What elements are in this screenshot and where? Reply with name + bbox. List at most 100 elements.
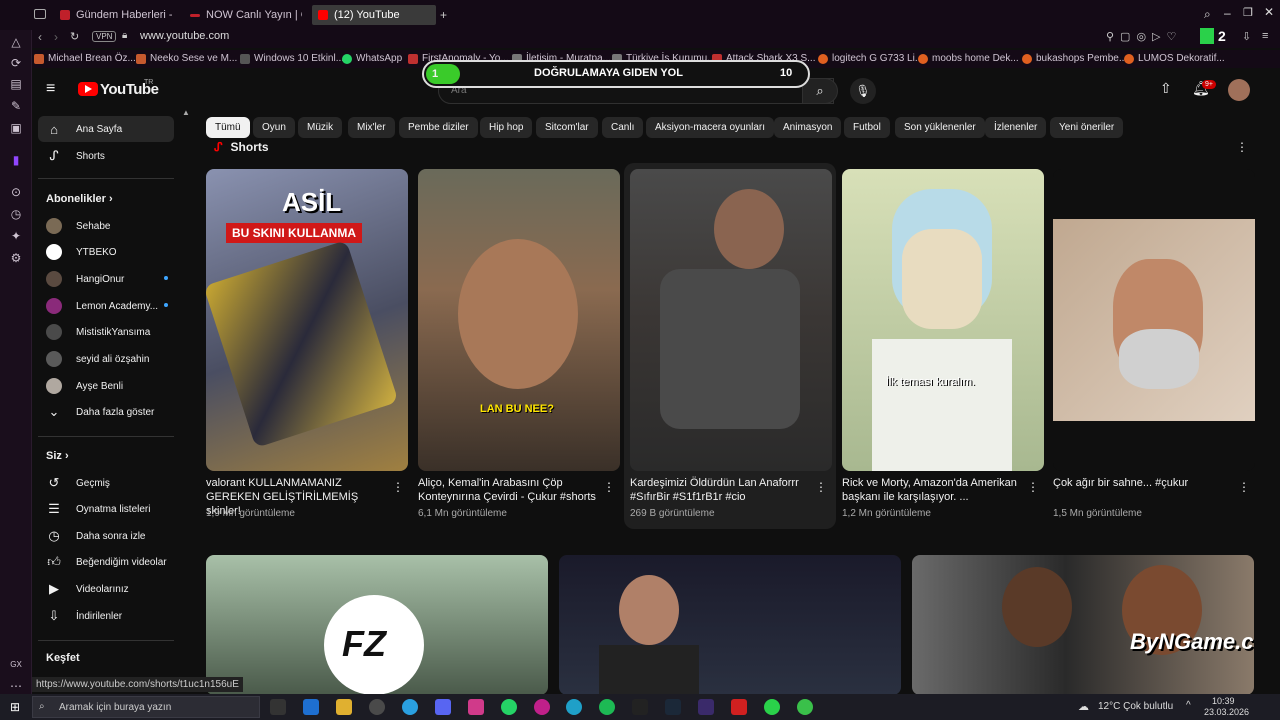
sidebar-item-subscription[interactable]: seyid ali özşahin <box>38 346 174 372</box>
bookmark-item[interactable]: Windows 10 Etkinl... <box>240 53 344 64</box>
chip[interactable]: Aksiyon-macera oyunları <box>646 117 775 138</box>
edge-icon[interactable] <box>566 699 582 715</box>
whatsapp-icon[interactable] <box>501 699 517 715</box>
hamburger-menu-icon[interactable]: ≡ <box>46 80 55 98</box>
warning-icon[interactable]: △ <box>8 34 24 50</box>
short-thumbnail[interactable] <box>1053 169 1255 471</box>
workspace-icon[interactable] <box>34 9 46 19</box>
gx-control-icon[interactable]: ⟳ <box>8 55 24 71</box>
gx-corner-icon[interactable]: ▤ <box>8 76 24 92</box>
search-tabs-icon[interactable]: ⌕ <box>1204 7 1211 22</box>
maximize-icon[interactable]: ❐ <box>1243 6 1253 19</box>
steam-icon[interactable] <box>665 699 681 715</box>
sidebar-item-your-videos[interactable]: ▶ Videolarınız <box>38 576 174 602</box>
short-title[interactable]: Rick ve Morty, Amazon'da Amerikan başkan… <box>842 476 1022 504</box>
chip[interactable]: İzlenenler <box>985 117 1047 138</box>
sidebar-item-watch-later[interactable]: ◷ Daha sonra izle <box>38 523 174 549</box>
more-options-icon[interactable]: ⋮ <box>392 480 404 494</box>
tab-youtube[interactable]: (12) YouTube <box>312 5 436 25</box>
subscriptions-heading[interactable]: Abonelikler › <box>46 193 113 205</box>
app-icon[interactable] <box>764 699 780 715</box>
history-rail-icon[interactable]: ◷ <box>8 206 24 222</box>
tab-gundem[interactable]: Gündem Haberleri - En Gü <box>54 5 172 25</box>
sidebar-item-subscription[interactable]: Ayşe Benli <box>38 373 174 399</box>
chip[interactable]: Müzik <box>298 117 343 138</box>
chip[interactable]: Son yüklenenler <box>895 117 985 138</box>
bookmark-item[interactable]: bukashops Pembe... <box>1022 53 1127 64</box>
task-view-icon[interactable] <box>270 699 286 715</box>
short-title[interactable]: Aliço, Kemal'in Arabasını Çöp Konteynırı… <box>418 476 598 504</box>
download-toolbar-icon[interactable]: ⇩ <box>1242 30 1251 43</box>
short-thumbnail[interactable]: İlk teması kuralım. <box>842 169 1044 471</box>
short-title[interactable]: Kardeşimizi Öldürdün Lan Anaforrr #Sıfır… <box>630 476 810 504</box>
bookmark-item[interactable]: moobs home Dek... <box>918 53 1019 64</box>
more-options-icon[interactable]: ⋮ <box>1027 480 1039 494</box>
chip[interactable]: Animasyon <box>774 117 842 138</box>
account-avatar[interactable] <box>1228 79 1250 101</box>
close-icon[interactable]: ✕ <box>1264 5 1274 19</box>
sidebar-item-shorts[interactable]: ᔑ Shorts <box>38 143 174 169</box>
more-icon[interactable]: ⋯ <box>8 678 24 694</box>
chip[interactable]: Tümü <box>206 117 250 138</box>
back-icon[interactable]: ‹ <box>38 30 42 44</box>
short-thumbnail[interactable]: LAN BU NEE? <box>418 169 620 471</box>
sidebar-item-liked[interactable]: 👍︎ Beğendiğim videolar <box>38 549 174 575</box>
you-heading[interactable]: Siz › <box>46 450 69 462</box>
chip[interactable]: Pembe diziler <box>399 117 478 138</box>
chip[interactable]: Oyun <box>253 117 295 138</box>
forward-icon[interactable]: › <box>54 30 58 44</box>
chip[interactable]: Canlı <box>602 117 644 138</box>
upload-icon[interactable]: ⇧ <box>1160 80 1172 97</box>
show-more-button[interactable]: ⌄ Daha fazla göster <box>38 399 174 425</box>
chip[interactable]: Hip hop <box>480 117 533 138</box>
video-thumbnail[interactable]: ByNGame.com <box>912 555 1254 695</box>
twitch-icon[interactable]: ▮ <box>8 152 24 168</box>
sidebar-item-subscription[interactable]: Lemon Academy... <box>38 293 174 319</box>
clock-date[interactable]: 23.03.2026 <box>1204 707 1249 717</box>
kick-extension-icon[interactable] <box>1200 28 1214 44</box>
new-tab-plus-icon[interactable]: + <box>440 8 447 22</box>
windows-start-icon[interactable]: ⊞ <box>10 700 20 714</box>
bookmark-item[interactable]: WhatsApp <box>342 53 402 64</box>
sidebar-item-playlists[interactable]: ☰ Oynatma listeleri <box>38 496 174 522</box>
chip[interactable]: Futbol <box>844 117 890 138</box>
extensions-icon[interactable]: ✦ <box>8 228 24 244</box>
more-options-icon[interactable]: ⋮ <box>1238 480 1250 494</box>
bookmark-item[interactable]: logitech G G733 Li... <box>818 53 923 64</box>
epic-games-icon[interactable] <box>632 699 648 715</box>
sidebar-scroll-up-icon[interactable]: ▲ <box>182 108 190 117</box>
minimize-icon[interactable]: – <box>1224 6 1231 20</box>
short-thumbnail[interactable]: ASİL BU SKINI KULLANMA <box>206 169 408 471</box>
menu-icon[interactable]: ≡ <box>1262 30 1268 42</box>
sidebar-item-subscription[interactable]: YTBEKO <box>38 239 174 265</box>
url-field[interactable]: www.youtube.com <box>140 30 229 42</box>
tray-chevron-up-icon[interactable]: ^ <box>1186 700 1191 711</box>
short-title[interactable]: Çok ağır bir sahne... #çukur <box>1053 476 1233 490</box>
app-icon[interactable] <box>369 699 385 715</box>
clock-time[interactable]: 10:39 <box>1212 696 1235 706</box>
sidebar-item-downloads[interactable]: ⇩ İndirilenler <box>38 603 174 629</box>
chip[interactable]: Yeni öneriler <box>1050 117 1124 138</box>
sidebar-item-subscription[interactable]: MististikYansıma <box>38 319 174 345</box>
tab-now[interactable]: NOW Canlı Yayın | Canlı T <box>184 5 302 25</box>
telegram-icon[interactable] <box>402 699 418 715</box>
app-icon[interactable] <box>698 699 714 715</box>
weather-text[interactable]: 12°C Çok bulutlu <box>1098 701 1173 712</box>
sidebar-item-history[interactable]: ↺ Geçmiş <box>38 470 174 496</box>
player-icon[interactable]: ⊙ <box>8 184 24 200</box>
messenger-icon[interactable]: ✎ <box>8 98 24 114</box>
more-options-icon[interactable]: ⋮ <box>603 480 615 494</box>
opera-gx-icon[interactable] <box>534 699 550 715</box>
music-player-icon[interactable]: ▣ <box>8 120 24 136</box>
video-thumbnail[interactable]: FZ <box>206 555 548 695</box>
video-thumbnail[interactable] <box>559 555 901 695</box>
youtube-logo-icon[interactable] <box>78 82 98 96</box>
sidebar-item-subscription[interactable]: HangiOnur <box>38 266 174 292</box>
discord-icon[interactable] <box>435 699 451 715</box>
taskbar-search-input[interactable]: ⌕ Aramak için buraya yazın <box>32 696 260 718</box>
toolbar-extension-icons[interactable]: ⚲▢◎▷♡ <box>1106 30 1182 43</box>
vpn-badge[interactable]: VPN <box>92 31 117 42</box>
sidebar-item-subscription[interactable]: Sehabe <box>38 213 174 239</box>
file-explorer-icon[interactable] <box>336 699 352 715</box>
chip[interactable]: Sitcom'lar <box>536 117 598 138</box>
